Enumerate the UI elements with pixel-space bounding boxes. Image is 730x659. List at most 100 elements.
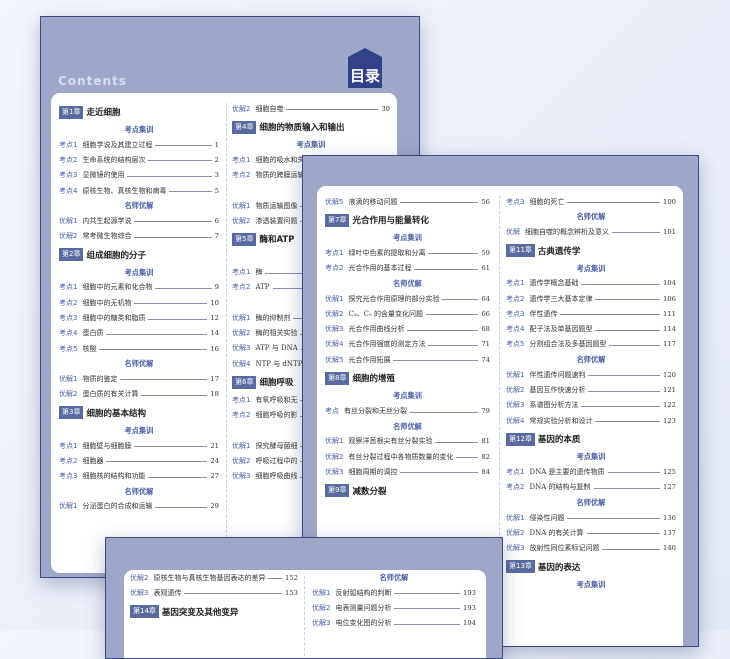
chapter-title: 酶和ATP — [259, 235, 295, 246]
leader-line — [410, 411, 479, 413]
toc-entry[interactable]: 优解3 系谱图分析方法 122 — [506, 398, 676, 413]
leader-line — [428, 253, 479, 255]
toc-entry[interactable]: 考点5 核酸 16 — [59, 341, 219, 356]
entry-title: 光合作用强度的测定方法 — [348, 340, 426, 349]
entry-title: 细胞周期的调控 — [348, 467, 398, 476]
toc-entry[interactable]: 优解2 原核生物与真核生物基因表达的差异 152 — [130, 570, 298, 585]
leader-line — [407, 329, 479, 331]
chapter-number-badge: 第6章 — [232, 375, 257, 389]
entry-title: 放射性同位素标记问题 — [529, 544, 600, 553]
toc-entry[interactable]: 优解1 内共生起源学说 6 — [59, 213, 219, 228]
leader-line — [134, 236, 212, 238]
toc-entry[interactable]: 优解1 探究光合作用原理的部分实验 64 — [325, 291, 490, 306]
toc-entry[interactable]: 优解2 常考微生物综合 7 — [59, 228, 219, 243]
entry-label: 考点3 — [59, 171, 78, 180]
hex-outline-icon — [326, 45, 348, 69]
toc-entry[interactable]: 优解3 表观遗传 153 — [130, 585, 298, 600]
toc-entry[interactable]: 优解4 光合作用强度的测定方法 71 — [325, 337, 490, 352]
toc-entry[interactable]: 考点4 蛋白质 14 — [59, 326, 219, 341]
toc-entry[interactable]: 优解1 反射弧结构的判断 193 — [312, 585, 476, 600]
entry-label: 优解1 — [312, 588, 331, 597]
toc-entry[interactable]: 考点1 DNA 是主要的遗传物质 125 — [506, 464, 676, 479]
toc-entry[interactable]: 考点1 遗传学概念基础 104 — [506, 276, 676, 291]
section-heading: 名师优解 — [379, 573, 409, 582]
toc-entry[interactable]: 考点4 配子法及单基因题型 114 — [506, 321, 676, 336]
toc-entry[interactable]: 优解2 基因互作快速分析 121 — [506, 382, 676, 397]
chapter-number-badge: 第12章 — [506, 432, 535, 446]
toc-entry[interactable]: 优解1 侵染性问题 136 — [506, 510, 676, 525]
entry-label: 优解1 — [59, 502, 78, 511]
toc-entry[interactable]: 优解1 伴性遗传问题速判 120 — [506, 367, 676, 382]
page-number: 140 — [663, 544, 676, 553]
page-number: 136 — [663, 513, 676, 522]
toc-entry[interactable]: 考点2 细胞中的无机物 10 — [59, 295, 219, 310]
page-number: 12 — [210, 314, 219, 323]
toc-entry[interactable]: 优解2 蛋白质的有关计算 18 — [59, 387, 219, 402]
page-number: 10 — [210, 298, 219, 307]
toc-entry[interactable]: 优解3 放射性同位素标记问题 140 — [506, 540, 676, 555]
toc-entry[interactable]: 考点2 遗传学三大基本定律 106 — [506, 291, 676, 306]
page-number: 104 — [663, 279, 676, 288]
toc-entry[interactable]: 优解3 电位变化图的分析 194 — [312, 616, 476, 631]
section-heading: 考点集训 — [296, 140, 326, 150]
entry-label: 考点1 — [325, 248, 344, 257]
toc-entry[interactable]: 优解2 电表测量问题分析 193 — [312, 600, 476, 615]
entry-title: 常规实验分析和设计 — [529, 416, 593, 425]
chapter-heading: 第9章 减数分裂 — [325, 484, 490, 498]
entry-title: 液滴的移动问题 — [348, 197, 398, 206]
entry-title: 基因互作快速分析 — [529, 386, 586, 395]
toc-entry[interactable]: 考点1 细胞中的元素和化合物 9 — [59, 280, 219, 295]
leader-line — [286, 109, 379, 111]
toc-entry[interactable]: 优解3 光合作用曲线分析 68 — [325, 321, 490, 336]
toc-entry[interactable]: 优解5 光合作用拓展 74 — [325, 352, 490, 367]
toc-entry[interactable]: 考点4 原核生物、真核生物和病毒 5 — [59, 183, 219, 198]
leader-line — [169, 191, 212, 193]
entry-label: 考点1 — [59, 441, 78, 450]
toc-entry[interactable]: 优解5 液滴的移动问题 56 — [325, 194, 490, 209]
toc-entry[interactable]: 优解4 常规实验分析和设计 123 — [506, 413, 676, 428]
toc-entry[interactable]: 考点1 细胞壁与细胞膜 21 — [59, 438, 219, 453]
entry-title: 伴性遗传问题速判 — [529, 370, 586, 379]
toc-entry[interactable]: 优解1 分泌蛋白的合成和运输 29 — [59, 499, 219, 514]
toc-entry[interactable]: 考点2 细胞器 24 — [59, 453, 219, 468]
toc-entry[interactable]: 优解2 DNA 的有关计算 137 — [506, 525, 676, 540]
page-number: 5 — [214, 186, 219, 195]
toc-entry[interactable]: 优解1 观察洋葱根尖有丝分裂实验 81 — [325, 434, 490, 449]
toc-entry[interactable]: 考点2 生命系统的结构层次 2 — [59, 152, 219, 167]
entry-title: 电表测量问题分析 — [335, 603, 392, 612]
toc-entry[interactable]: 考点2 光合作用的基本过程 61 — [325, 261, 490, 276]
toc-entry[interactable]: 优解2 C₃、C₅ 的含量变化问题 66 — [325, 306, 490, 321]
toc-entry[interactable]: 考点3 细胞中的糖类和脂质 12 — [59, 310, 219, 325]
entry-label: 优解 — [506, 227, 520, 236]
page-number: 123 — [663, 416, 676, 425]
toc-entry[interactable]: 优解2 细胞自噬 30 — [232, 101, 390, 116]
entry-title: ATP — [255, 283, 270, 292]
toc-entry[interactable]: 考点1 绿叶中色素的提取和分离 59 — [325, 245, 490, 260]
entry-title: 物质运输图像 — [255, 201, 298, 210]
toc-entry[interactable]: 考点5 分割组合法及多基因题型 117 — [506, 337, 676, 352]
entry-title: DNA 的结构与复制 — [529, 483, 591, 492]
entry-label: 优解3 — [232, 344, 251, 353]
toc-entry[interactable]: 优解2 有丝分裂过程中各物质数量的变化 82 — [325, 449, 490, 464]
page-number: 122 — [663, 401, 676, 410]
entry-title: 表观遗传 — [153, 588, 182, 597]
toc-logo: 目录 — [326, 45, 382, 88]
toc-entry[interactable]: 考点3 细胞的死亡 100 — [506, 194, 676, 209]
leader-line — [148, 160, 212, 162]
entry-label: 考点3 — [506, 197, 525, 206]
toc-entry[interactable]: 考点1 细胞学说及其建立过程 1 — [59, 137, 219, 152]
leader-line — [400, 202, 479, 204]
toc-entry[interactable]: 考点3 伴性遗传 111 — [506, 306, 676, 321]
toc-entry[interactable]: 考点2 DNA 的结构与复制 127 — [506, 480, 676, 495]
chapter-number-badge: 第5章 — [232, 232, 257, 246]
toc-entry[interactable]: 优解 细胞自噬的概念辨析及意义 101 — [506, 224, 676, 239]
toc-entry[interactable]: 优解1 物质的鉴定 17 — [59, 371, 219, 386]
entry-label: 考点1 — [59, 283, 78, 292]
toc-entry[interactable]: 考点3 细胞核的结构和功能 27 — [59, 468, 219, 483]
leader-line — [593, 487, 661, 489]
entry-label: 考点2 — [506, 294, 525, 303]
toc-entry[interactable]: 优解3 细胞周期的调控 84 — [325, 464, 490, 479]
toc-entry[interactable]: 考点 有丝分裂和无丝分裂 79 — [325, 403, 490, 418]
entry-title: 蛋白质的有关计算 — [82, 390, 139, 399]
toc-entry[interactable]: 考点3 显微镜的使用 3 — [59, 168, 219, 183]
